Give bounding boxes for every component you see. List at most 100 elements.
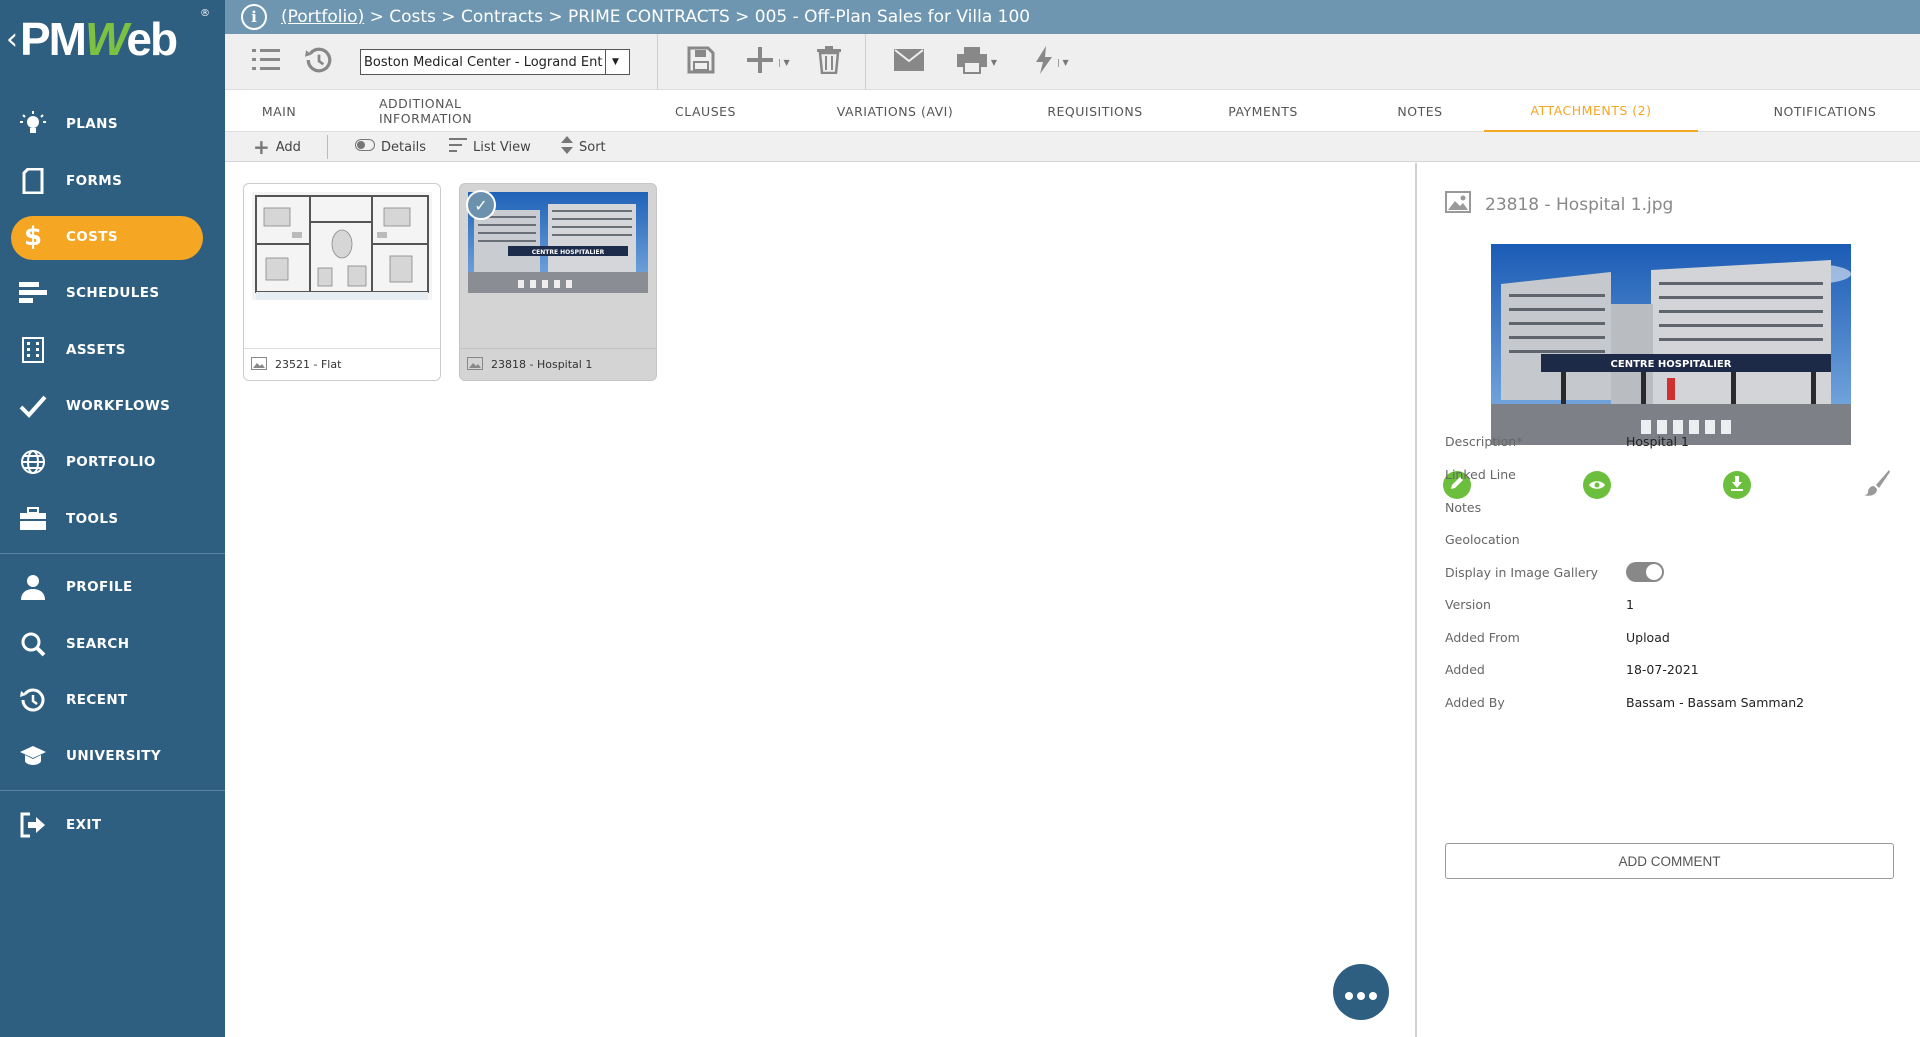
detail-title: 23818 - Hospital 1.jpg [1445,191,1673,218]
gallery-toggle[interactable] [1626,562,1664,582]
add-comment-button[interactable]: ADD COMMENT [1445,843,1894,879]
details-toggle-button[interactable]: Details [355,132,426,162]
toolbar-divider [865,34,866,90]
field-label: Added From [1445,630,1520,645]
sidebar-item-exit[interactable]: EXIT [0,802,225,848]
sidebar-item-workflows[interactable]: WORKFLOWS [0,383,225,429]
tab-notifications[interactable]: NOTIFICATIONS [1740,90,1910,132]
sidebar-item-recent[interactable]: RECENT [0,677,225,723]
field-linked-line: Linked Line [1445,467,1905,487]
field-value[interactable]: Hospital 1 [1626,434,1689,449]
project-select[interactable]: Boston Medical Center - Logrand Ent ▼ [360,49,630,75]
tab-main[interactable]: MAIN [225,90,333,132]
chevron-down-icon[interactable]: ▼ [605,50,625,74]
attachment-caption: 23818 - Hospital 1 [460,348,656,380]
sidebar-item-label: EXIT [66,817,102,833]
sidebar-item-university[interactable]: UNIVERSITY [0,733,225,779]
add-attachment-button[interactable]: + Add [253,132,301,162]
sort-button[interactable]: Sort [561,132,606,162]
sidebar-item-schedules[interactable]: SCHEDULES [0,270,225,316]
sidebar-item-search[interactable]: SEARCH [0,621,225,667]
sort-label: Sort [579,139,606,155]
lightbulb-icon [18,109,48,139]
breadcrumb-bar: i (Portfolio) > Costs > Contracts > PRIM… [225,0,1920,34]
preview-sign-text: CENTRE HOSPITALIER [1611,359,1732,370]
sidebar-item-label: PORTFOLIO [66,454,156,470]
field-label: Description* [1445,434,1523,449]
trash-icon [817,46,841,78]
attachment-caption: 23521 - Flat [244,348,440,380]
sidebar-item-costs[interactable]: $ COSTS [0,214,225,260]
list-button[interactable] [251,44,281,80]
sidebar-item-profile[interactable]: PROFILE [0,564,225,610]
checkmark-icon [18,391,48,421]
image-icon [467,356,483,373]
field-label: Geolocation [1445,532,1520,547]
field-notes: Notes [1445,500,1905,520]
breadcrumb: (Portfolio) > Costs > Contracts > PRIME … [281,7,1030,27]
sidebar-item-label: PROFILE [66,579,133,595]
field-value: Upload [1626,630,1670,645]
tab-notes[interactable]: NOTES [1375,90,1465,132]
delete-button[interactable] [814,44,844,80]
tab-requisitions[interactable]: REQUISITIONS [1030,90,1160,132]
sidebar-item-forms[interactable]: FORMS [0,158,225,204]
logo-registered-mark: ® [200,8,210,19]
dollar-icon: $ [23,222,43,252]
breadcrumb-portfolio-link[interactable]: (Portfolio) [281,7,364,27]
tab-clauses[interactable]: CLAUSES [648,90,763,132]
field-label: Added [1445,662,1485,677]
attachment-caption-text: 23521 - Flat [275,358,342,371]
field-value: Bassam - Bassam Samman2 [1626,695,1805,710]
logo-prefix: PM [20,13,87,65]
field-label: Display in Image Gallery [1445,565,1599,580]
project-select-value: Boston Medical Center - Logrand Ent [364,54,603,70]
chevron-down-icon: | ▼ [1057,57,1069,67]
save-button[interactable] [684,44,718,80]
detail-title-text: 23818 - Hospital 1.jpg [1485,194,1674,215]
history-icon [305,46,333,78]
tab-variations[interactable]: VARIATIONS (AVI) [820,90,970,132]
tab-attachments[interactable]: ATTACHMENTS (2) [1484,90,1698,132]
sidebar-item-label: COSTS [66,229,119,245]
image-icon [251,356,267,373]
tab-payments[interactable]: PAYMENTS [1208,90,1318,132]
sidebar-item-portfolio[interactable]: PORTFOLIO [0,439,225,485]
list-view-button[interactable]: List View [449,132,531,162]
sidebar-item-assets[interactable]: ASSETS [0,327,225,373]
history-button[interactable] [303,44,335,80]
image-preview[interactable]: CENTRE HOSPITALIER [1491,244,1851,445]
ellipsis-icon [1345,977,1377,1007]
sidebar-item-label: RECENT [66,692,128,708]
sidebar-item-label: UNIVERSITY [66,748,162,764]
attachment-card-hospital[interactable]: ✓ CENTRE HOSPITALIER 23818 - Hospital 1 [459,183,657,381]
attachments-gallery: 23521 - Flat ✓ CENTRE HOSPITALIER 23818 … [225,163,1415,1037]
print-menu-button[interactable]: ▼ [949,44,1005,80]
field-added-by: Added By Bassam - Bassam Samman2 [1445,695,1905,715]
history-icon [18,685,48,715]
logo-wordmark: PMWeb [20,12,178,66]
collapse-chevron-icon[interactable]: ‹ [6,22,18,57]
actions-menu-button[interactable]: | ▼ [1025,44,1079,80]
user-icon [18,572,48,602]
briefcase-icon [18,504,48,534]
lightning-icon [1035,46,1053,78]
info-icon[interactable]: i [241,4,267,30]
email-button[interactable] [892,44,926,80]
attachments-toolbar: + Add Details List View Sort [225,132,1920,162]
sidebar-item-plans[interactable]: PLANS [0,101,225,147]
more-actions-button[interactable] [1333,964,1389,1020]
add-menu-button[interactable]: | ▼ [741,44,795,80]
sidebar-item-label: ASSETS [66,342,126,358]
attachment-card-flat[interactable]: 23521 - Flat [243,183,441,381]
numbered-list-icon [252,47,280,77]
logo[interactable]: ‹ PMWeb ® [0,0,225,78]
graduation-cap-icon [18,741,48,771]
sidebar-item-tools[interactable]: TOOLS [0,496,225,542]
selected-checkmark-icon[interactable]: ✓ [466,190,496,220]
sidebar-item-label: WORKFLOWS [66,398,171,414]
attachment-detail-panel: 23818 - Hospital 1.jpg CENTRE HOSPITALIE… [1415,163,1920,1037]
sidebar: ‹ PMWeb ® PLANS FORMS $ COSTS SCHEDULES [0,0,225,1037]
printer-icon [956,46,987,78]
tab-additional-information[interactable]: ADDITIONAL INFORMATION [379,90,559,132]
